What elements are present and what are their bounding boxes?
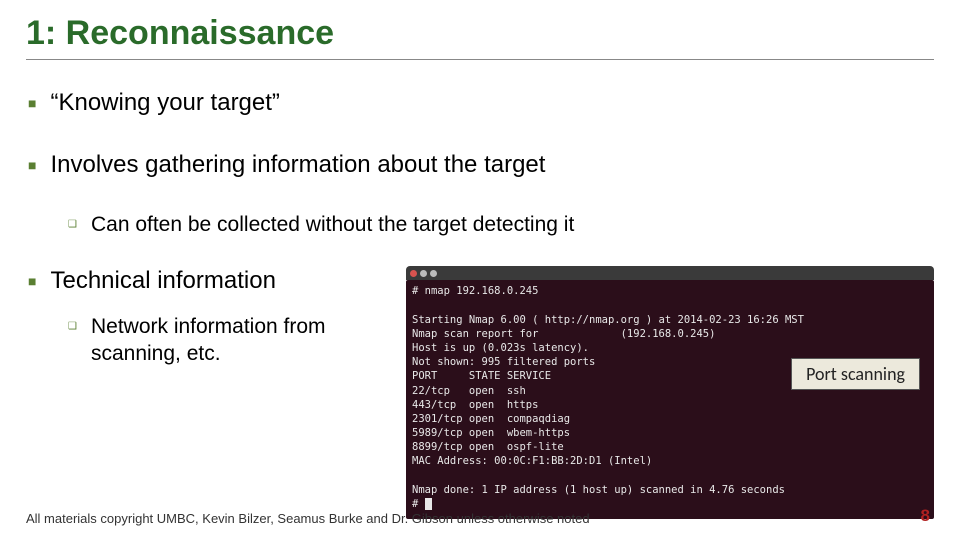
bullet-knowing-target: ■ “Knowing your target” xyxy=(26,88,934,118)
page-number: 8 xyxy=(921,506,930,526)
subbullet-text: Network information from scanning, etc. xyxy=(91,314,386,367)
title-underline xyxy=(26,59,934,60)
bullet-text: Involves gathering information about the… xyxy=(50,150,545,180)
slide: 1: Reconnaissance ■ “Knowing your target… xyxy=(0,0,960,540)
port-scanning-label: Port scanning xyxy=(791,358,920,390)
subbullet-marker-icon: ❑ xyxy=(68,212,77,238)
window-close-icon xyxy=(410,270,417,277)
slide-title: 1: Reconnaissance xyxy=(26,14,934,53)
technical-row: ■ Technical information ❑ Network inform… xyxy=(26,266,934,519)
subbullet-collected-without-detection: ❑ Can often be collected without the tar… xyxy=(68,212,934,238)
terminal-output: # nmap 192.168.0.245 Starting Nmap 6.00 … xyxy=(406,280,934,519)
bullet-marker-icon: ■ xyxy=(28,88,36,118)
terminal-area: # nmap 192.168.0.245 Starting Nmap 6.00 … xyxy=(406,266,934,519)
bullet-involves-gathering: ■ Involves gathering information about t… xyxy=(26,150,934,180)
footer-copyright: All materials copyright UMBC, Kevin Bilz… xyxy=(26,511,590,526)
terminal-text: # nmap 192.168.0.245 Starting Nmap 6.00 … xyxy=(412,285,804,510)
window-max-icon xyxy=(430,270,437,277)
terminal-cursor-icon xyxy=(425,498,432,510)
subbullet-network-info: ❑ Network information from scanning, etc… xyxy=(68,314,386,367)
window-min-icon xyxy=(420,270,427,277)
bullet-marker-icon: ■ xyxy=(28,266,36,296)
bullet-text: Technical information xyxy=(50,266,275,296)
technical-left-column: ■ Technical information ❑ Network inform… xyxy=(26,266,386,367)
bullet-technical-info: ■ Technical information xyxy=(26,266,386,296)
terminal-titlebar xyxy=(406,266,934,280)
subbullet-marker-icon: ❑ xyxy=(68,314,77,340)
bullet-marker-icon: ■ xyxy=(28,150,36,180)
subbullet-text: Can often be collected without the targe… xyxy=(91,212,574,238)
bullet-text: “Knowing your target” xyxy=(50,88,279,118)
